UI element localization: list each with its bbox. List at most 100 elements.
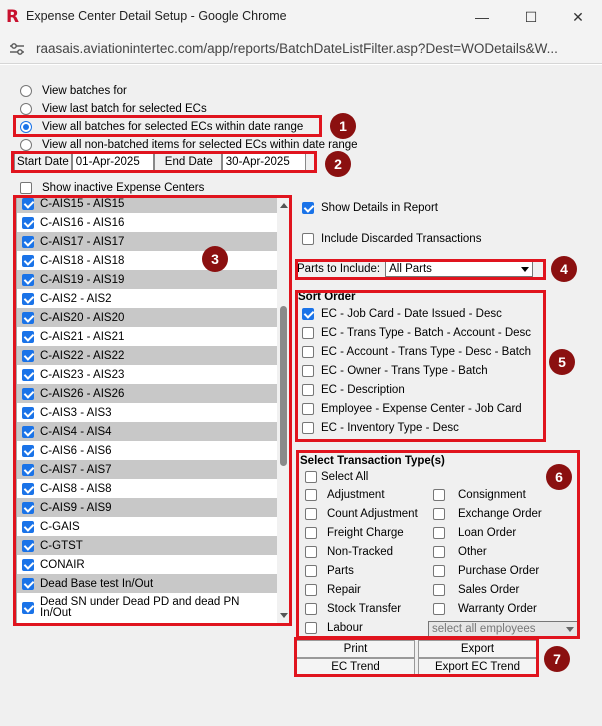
include-discarded-checkbox[interactable]	[302, 233, 314, 245]
expense-center-item[interactable]: C-AIS3 - AIS3	[17, 403, 277, 422]
expense-center-checkbox[interactable]	[22, 463, 34, 476]
maximize-button[interactable]: ☐	[516, 6, 546, 28]
expense-center-checkbox[interactable]	[22, 558, 34, 571]
sort-order-option[interactable]: EC - Owner - Trans Type - Batch	[302, 365, 488, 377]
transaction-type-option[interactable]: Other	[433, 546, 487, 558]
expense-center-checkbox[interactable]	[22, 235, 34, 248]
expense-center-item[interactable]: C-AIS4 - AIS4	[17, 422, 277, 441]
expense-center-item[interactable]: C-AIS17 - AIS17	[17, 232, 277, 251]
radio-view-all-batches-date-range[interactable]: View all batches for selected ECs within…	[20, 119, 303, 135]
expense-center-checkbox[interactable]	[22, 292, 34, 305]
expense-center-item[interactable]: C-AIS19 - AIS19	[17, 270, 277, 289]
expense-center-item[interactable]: C-AIS23 - AIS23	[17, 365, 277, 384]
transaction-type-checkbox[interactable]	[433, 546, 445, 558]
url-text[interactable]: raasais.aviationintertec.com/app/reports…	[36, 41, 558, 56]
expense-center-item[interactable]: C-AIS20 - AIS20	[17, 308, 277, 327]
sort-order-option[interactable]: EC - Trans Type - Batch - Account - Desc	[302, 327, 531, 339]
select-all-checkbox[interactable]	[305, 471, 317, 483]
expense-center-item[interactable]: Dead Base test In/Out	[17, 574, 277, 593]
sort-order-option[interactable]: EC - Inventory Type - Desc	[302, 422, 459, 434]
show-details-row[interactable]: Show Details in Report	[302, 202, 438, 214]
expense-center-item[interactable]: C-AIS16 - AIS16	[17, 213, 277, 232]
export-ec-trend-button[interactable]: Export EC Trend	[418, 658, 537, 676]
radio-view-last-batch[interactable]: View last batch for selected ECs	[20, 101, 207, 117]
transaction-type-checkbox[interactable]	[305, 584, 317, 596]
expense-center-checkbox[interactable]	[22, 330, 34, 343]
sort-order-checkbox[interactable]	[302, 327, 314, 339]
expense-center-checkbox[interactable]	[22, 539, 34, 552]
transaction-type-checkbox[interactable]	[433, 584, 445, 596]
transaction-type-option[interactable]: Repair	[305, 584, 361, 596]
sort-order-option[interactable]: Employee - Expense Center - Job Card	[302, 403, 522, 415]
radio-button[interactable]	[20, 85, 32, 97]
transaction-type-option[interactable]: Consignment	[433, 489, 526, 501]
transaction-type-option[interactable]: Count Adjustment	[305, 508, 418, 520]
transaction-type-checkbox[interactable]	[305, 527, 317, 539]
sort-order-option[interactable]: EC - Description	[302, 384, 405, 396]
transaction-type-checkbox[interactable]	[433, 565, 445, 577]
expense-center-item[interactable]: C-AIS15 - AIS15	[17, 198, 277, 213]
sort-order-checkbox[interactable]	[302, 403, 314, 415]
expense-center-checkbox[interactable]	[22, 273, 34, 286]
site-info-icon[interactable]	[9, 42, 25, 56]
transaction-type-option[interactable]: Parts	[305, 565, 354, 577]
transaction-type-checkbox[interactable]	[433, 489, 445, 501]
expense-center-item[interactable]: C-GAIS	[17, 517, 277, 536]
print-button[interactable]: Print	[296, 640, 415, 658]
expense-center-item[interactable]: C-AIS26 - AIS26	[17, 384, 277, 403]
transaction-type-option[interactable]: Non-Tracked	[305, 546, 393, 558]
transaction-type-checkbox[interactable]	[305, 565, 317, 577]
expense-center-item[interactable]: C-AIS6 - AIS6	[17, 441, 277, 460]
export-button[interactable]: Export	[418, 640, 537, 658]
expense-center-checkbox[interactable]	[22, 520, 34, 533]
radio-view-batches-for[interactable]: View batches for	[20, 83, 127, 99]
expense-center-checkbox[interactable]	[22, 444, 34, 457]
transaction-type-checkbox[interactable]	[305, 603, 317, 615]
expense-center-list[interactable]: C-AIS15 - AIS15 C-AIS16 - AIS16 C-AIS17 - …	[16, 197, 290, 624]
select-all-row[interactable]: Select All	[305, 471, 368, 483]
expense-center-item[interactable]: C-AIS21 - AIS21	[17, 327, 277, 346]
transaction-type-option[interactable]: Warranty Order	[433, 603, 537, 615]
expense-center-item[interactable]: C-GTST	[17, 536, 277, 555]
transaction-type-checkbox[interactable]	[305, 489, 317, 501]
start-date-input[interactable]: 01-Apr-2025	[71, 153, 154, 171]
transaction-type-option[interactable]: Stock Transfer	[305, 603, 401, 615]
expense-center-checkbox[interactable]	[22, 311, 34, 324]
ec-trend-button[interactable]: EC Trend	[296, 658, 415, 676]
transaction-type-checkbox[interactable]	[433, 508, 445, 520]
include-discarded-row[interactable]: Include Discarded Transactions	[302, 233, 481, 245]
parts-select[interactable]: All Parts	[385, 261, 534, 277]
expense-center-checkbox[interactable]	[22, 216, 34, 229]
close-window-button[interactable]: ✕	[563, 6, 593, 28]
sort-order-checkbox[interactable]	[302, 422, 314, 434]
expense-center-item[interactable]: C-AIS18 - AIS18	[17, 251, 277, 270]
sort-order-checkbox[interactable]	[302, 365, 314, 377]
radio-view-non-batched[interactable]: View all non-batched items for selected …	[20, 137, 358, 153]
transaction-type-option[interactable]: Purchase Order	[433, 565, 539, 577]
expense-center-checkbox[interactable]	[22, 425, 34, 438]
expense-center-item[interactable]: C-AIS7 - AIS7	[17, 460, 277, 479]
sort-order-checkbox[interactable]	[302, 346, 314, 358]
transaction-type-checkbox[interactable]	[433, 603, 445, 615]
scroll-up-arrow-icon[interactable]	[280, 203, 288, 208]
expense-center-item[interactable]: C-AIS9 - AIS9	[17, 498, 277, 517]
expense-center-item[interactable]: Dead SN under Dead PD and dead PN In/Out	[17, 593, 277, 623]
scrollbar-thumb[interactable]	[280, 306, 287, 466]
transaction-type-option[interactable]: Adjustment	[305, 489, 385, 501]
expense-center-checkbox[interactable]	[22, 577, 34, 590]
expense-center-item[interactable]: C-AIS2 - AIS2	[17, 289, 277, 308]
sort-order-checkbox[interactable]	[302, 308, 314, 320]
show-inactive-checkbox-row[interactable]: Show inactive Expense Centers	[20, 182, 204, 194]
radio-button[interactable]	[20, 139, 32, 151]
transaction-type-option[interactable]: Labour	[305, 622, 363, 634]
expense-center-checkbox[interactable]	[22, 198, 34, 210]
radio-button[interactable]	[20, 103, 32, 115]
expense-center-checkbox[interactable]	[22, 482, 34, 495]
expense-center-item[interactable]: CONAIR	[17, 555, 277, 574]
transaction-type-option[interactable]: Loan Order	[433, 527, 516, 539]
transaction-type-checkbox[interactable]	[305, 508, 317, 520]
expense-center-checkbox[interactable]	[22, 501, 34, 514]
sort-order-checkbox[interactable]	[302, 384, 314, 396]
scroll-down-arrow-icon[interactable]	[280, 613, 288, 618]
end-date-input[interactable]: 30-Apr-2025	[221, 153, 306, 171]
